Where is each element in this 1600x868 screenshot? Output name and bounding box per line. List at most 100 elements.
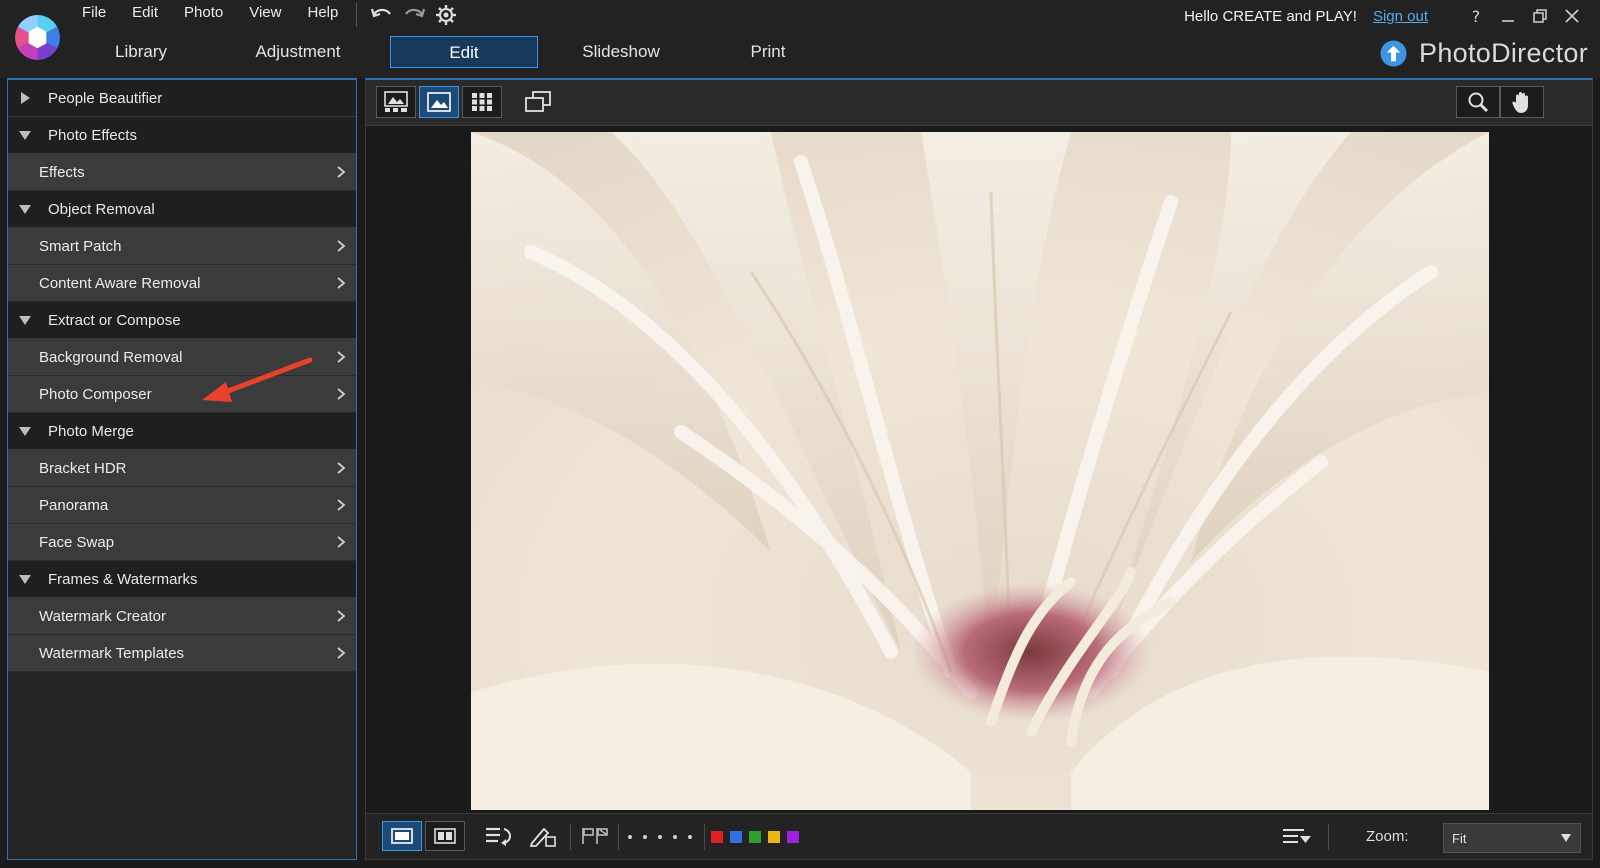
close-button[interactable] xyxy=(1562,6,1582,26)
edit-tools-panel: People Beautifier Photo Effects Effects … xyxy=(7,78,357,860)
divider xyxy=(1328,824,1329,850)
section-photo-merge[interactable]: Photo Merge xyxy=(8,413,356,450)
restore-icon xyxy=(1533,9,1547,23)
flag-icon xyxy=(582,828,608,844)
rating-star-5[interactable] xyxy=(688,835,692,839)
tool-smart-patch[interactable]: Smart Patch xyxy=(8,228,356,265)
chevron-right-icon xyxy=(337,462,346,474)
zoom-tool-button[interactable] xyxy=(1456,86,1500,118)
section-people-beautifier[interactable]: People Beautifier xyxy=(8,80,356,117)
compare-side-by-side-button[interactable] xyxy=(425,821,465,851)
tool-photo-composer[interactable]: Photo Composer xyxy=(8,376,356,413)
zoom-magnifier-icon xyxy=(1468,92,1489,113)
single-photo-view-icon xyxy=(427,92,451,112)
tab-adjustment[interactable]: Adjustment xyxy=(230,36,366,68)
photodirector-logo-icon xyxy=(14,14,61,61)
menu-view[interactable]: View xyxy=(249,4,281,21)
color-label-red[interactable] xyxy=(711,831,723,843)
rating-star-4[interactable] xyxy=(673,835,677,839)
redo-icon[interactable] xyxy=(401,2,427,28)
chevron-right-icon xyxy=(337,647,346,659)
triangle-down-icon xyxy=(19,575,31,584)
edit-tag-button[interactable] xyxy=(526,821,560,851)
rotate-list-icon xyxy=(486,827,511,846)
tool-panorama[interactable]: Panorama xyxy=(8,487,356,524)
sign-out-link[interactable]: Sign out xyxy=(1373,8,1428,25)
section-photo-effects[interactable]: Photo Effects xyxy=(8,117,356,154)
menu-edit[interactable]: Edit xyxy=(132,4,158,21)
undo-icon[interactable] xyxy=(369,2,395,28)
tab-print[interactable]: Print xyxy=(722,36,814,68)
tab-edit[interactable]: Edit xyxy=(390,36,538,68)
chevron-right-icon xyxy=(337,610,346,622)
grid-view-button[interactable] xyxy=(462,86,502,118)
viewer-bottom-toolbar: Zoom: Fit xyxy=(366,813,1592,859)
chevron-right-icon xyxy=(337,166,346,178)
triangle-down-icon xyxy=(19,427,31,436)
section-extract-or-compose[interactable]: Extract or Compose xyxy=(8,302,356,339)
user-greeting: Hello CREATE and PLAY! xyxy=(1184,7,1357,25)
viewer-with-filmstrip-button[interactable] xyxy=(376,86,416,118)
chevron-right-icon xyxy=(337,240,346,252)
help-button[interactable]: ? xyxy=(1466,6,1486,26)
chevron-right-icon xyxy=(337,277,346,289)
minimize-icon xyxy=(1502,20,1514,22)
zoom-select[interactable]: Fit xyxy=(1443,823,1581,853)
flag-button[interactable] xyxy=(578,821,612,851)
divider xyxy=(618,824,619,850)
menu-help[interactable]: Help xyxy=(307,4,338,21)
menu-file[interactable]: File xyxy=(82,4,106,21)
sort-dropdown-icon xyxy=(1283,829,1311,843)
color-label-purple[interactable] xyxy=(787,831,799,843)
zoom-value: Fit xyxy=(1452,830,1467,846)
divider xyxy=(704,824,705,850)
single-view-icon xyxy=(391,828,413,844)
sort-options-button[interactable] xyxy=(1280,821,1314,851)
photo-preview-image xyxy=(471,132,1489,810)
tool-bracket-hdr[interactable]: Bracket HDR xyxy=(8,450,356,487)
upload-arrow-circle-icon xyxy=(1380,40,1407,67)
tool-effects[interactable]: Effects xyxy=(8,154,356,191)
rating-star-3[interactable] xyxy=(658,835,662,839)
triangle-down-icon xyxy=(19,316,31,325)
minimize-button[interactable] xyxy=(1498,6,1518,26)
rotate-button[interactable] xyxy=(482,821,516,851)
color-label-yellow[interactable] xyxy=(768,831,780,843)
side-by-side-icon xyxy=(434,828,456,844)
settings-gear-icon[interactable] xyxy=(433,2,459,28)
chevron-right-icon xyxy=(337,536,346,548)
restore-button[interactable] xyxy=(1530,6,1550,26)
triangle-down-icon xyxy=(19,131,31,140)
quick-tools xyxy=(356,2,465,28)
menu-bar: File Edit Photo View Help xyxy=(82,4,364,21)
pan-tool-button[interactable] xyxy=(1500,86,1544,118)
tool-watermark-creator[interactable]: Watermark Creator xyxy=(8,598,356,635)
tool-face-swap[interactable]: Face Swap xyxy=(8,524,356,561)
photo-viewer: Zoom: Fit xyxy=(365,78,1593,860)
rating-star-2[interactable] xyxy=(643,835,647,839)
tool-content-aware-removal[interactable]: Content Aware Removal xyxy=(8,265,356,302)
color-label-green[interactable] xyxy=(749,831,761,843)
app-name: PhotoDirector xyxy=(1419,38,1588,68)
section-frames-and-watermarks[interactable]: Frames & Watermarks xyxy=(8,561,356,598)
tool-background-removal[interactable]: Background Removal xyxy=(8,339,356,376)
pan-hand-icon xyxy=(1512,92,1528,113)
chevron-right-icon xyxy=(337,499,346,511)
tab-library[interactable]: Library xyxy=(82,36,200,68)
compare-button[interactable] xyxy=(518,86,558,118)
pencil-tag-icon xyxy=(529,827,556,847)
menu-photo[interactable]: Photo xyxy=(184,4,223,21)
single-view-button[interactable] xyxy=(382,821,422,851)
grid-view-icon xyxy=(472,93,492,111)
title-bar: File Edit Photo View Help Library Adjust… xyxy=(0,0,1600,78)
color-label-blue[interactable] xyxy=(730,831,742,843)
section-object-removal[interactable]: Object Removal xyxy=(8,191,356,228)
single-photo-view-button[interactable] xyxy=(419,86,459,118)
divider xyxy=(570,824,571,850)
chevron-down-icon xyxy=(1561,834,1571,842)
chevron-right-icon xyxy=(337,351,346,363)
tab-slideshow[interactable]: Slideshow xyxy=(552,36,690,68)
rating-star-1[interactable] xyxy=(628,835,632,839)
tool-watermark-templates[interactable]: Watermark Templates xyxy=(8,635,356,672)
viewer-toolbar xyxy=(366,80,1592,126)
